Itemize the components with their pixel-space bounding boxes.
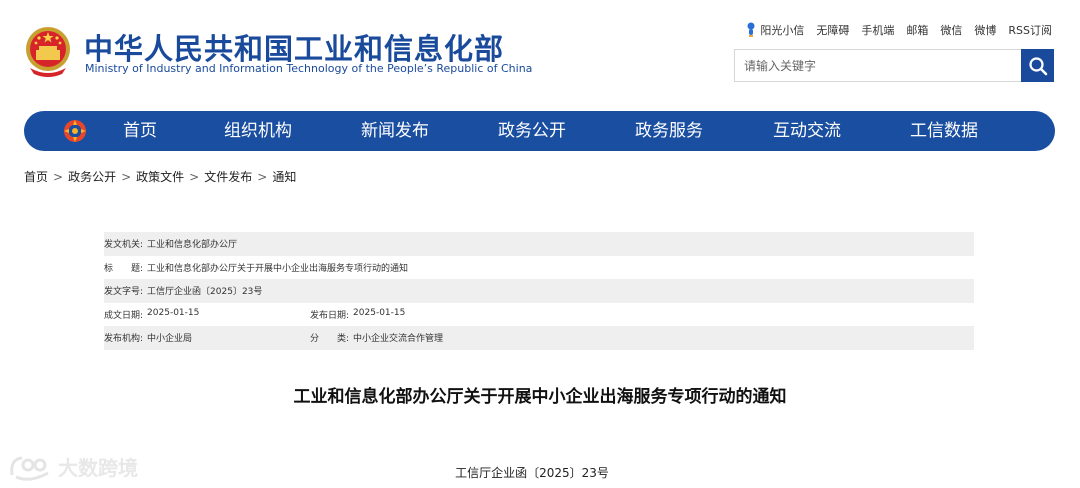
document-info-table: 发文机关: 工业和信息化部办公厅 标 题: 工业和信息化部办公厅关于开展中小企业出海…	[104, 232, 974, 350]
breadcrumb-separator: >	[189, 170, 200, 184]
breadcrumb-gov-affairs[interactable]: 政务公开	[68, 170, 116, 184]
nav-interaction[interactable]: 互动交流	[773, 111, 841, 151]
breadcrumb-notice[interactable]: 通知	[272, 170, 296, 184]
breadcrumb-separator: >	[121, 170, 132, 184]
watermark-logo-icon	[10, 456, 49, 481]
nav-data[interactable]: 工信数据	[910, 111, 978, 151]
nav-home[interactable]: 首页	[123, 111, 157, 151]
breadcrumb-home[interactable]: 首页	[24, 170, 48, 184]
top-link-mobile[interactable]: 手机端	[861, 22, 894, 38]
top-link-mail[interactable]: 邮箱	[906, 22, 928, 38]
breadcrumb-separator: >	[53, 170, 64, 184]
breadcrumb-file-release[interactable]: 文件发布	[204, 170, 252, 184]
search-button[interactable]	[1021, 49, 1054, 82]
published-label: 发布日期:	[310, 310, 350, 321]
agency-value: 中小企业局	[147, 334, 193, 345]
watermark: 大数跨境	[8, 452, 138, 481]
nav-news[interactable]: 新闻发布	[361, 111, 429, 151]
top-link-sun[interactable]: 阳光小信	[746, 22, 804, 38]
search-icon	[1028, 56, 1047, 75]
search-input[interactable]	[735, 50, 1021, 81]
issuer-value: 工业和信息化部办公厅	[147, 240, 238, 251]
agency-label: 发布机构:	[104, 334, 144, 345]
nav-gov-affairs[interactable]: 政务公开	[498, 111, 566, 151]
mascot-icon	[747, 22, 755, 37]
info-row-dates: 成文日期: 2025-01-15 发布日期: 2025-01-15	[104, 303, 974, 327]
info-row-title: 标 题: 工业和信息化部办公厅关于开展中小企业出海服务专项行动的通知	[104, 256, 974, 280]
breadcrumb: 首页 > 政务公开 > 政策文件 > 文件发布 > 通知	[24, 168, 296, 185]
category-value: 中小企业交流合作管理	[353, 334, 444, 345]
info-row-issuer: 发文机关: 工业和信息化部办公厅	[104, 232, 974, 256]
miit-logo-icon[interactable]	[62, 118, 88, 144]
nav-organization[interactable]: 组织机构	[224, 111, 292, 151]
document-title: 工业和信息化部办公厅关于开展中小企业出海服务专项行动的通知	[293, 387, 787, 407]
docno-value: 工信厅企业函〔2025〕23号	[147, 287, 263, 298]
top-link-weibo[interactable]: 微博	[974, 22, 996, 38]
nav-gov-services[interactable]: 政务服务	[635, 111, 703, 151]
main-nav: 首页 组织机构 新闻发布 政务公开 政务服务 互动交流 工信数据	[24, 111, 1055, 151]
title-value: 工业和信息化部办公厅关于开展中小企业出海服务专项行动的通知	[147, 263, 409, 274]
search-box	[734, 49, 1054, 82]
info-row-docno: 发文字号: 工信厅企业函〔2025〕23号	[104, 279, 974, 303]
created-value: 2025-01-15	[147, 307, 200, 318]
site-subtitle: Ministry of Industry and Information Tec…	[85, 62, 533, 75]
document-number: 工信厅企业函〔2025〕23号	[455, 466, 609, 480]
title-label: 标 题:	[104, 263, 144, 274]
national-emblem-icon[interactable]	[22, 24, 74, 78]
top-link-label: 阳光小信	[760, 24, 805, 37]
top-link-rss[interactable]: RSS订阅	[1008, 22, 1052, 38]
created-label: 成文日期:	[104, 310, 144, 321]
top-link-wechat[interactable]: 微信	[940, 22, 962, 38]
top-links: 阳光小信 无障碍 手机端 邮箱 微信 微博 RSS订阅	[746, 22, 1052, 38]
docno-label: 发文字号:	[104, 287, 144, 298]
info-row-agency: 发布机构: 中小企业局 分 类: 中小企业交流合作管理	[104, 326, 974, 350]
issuer-label: 发文机关:	[104, 240, 144, 251]
category-label: 分 类:	[310, 334, 350, 345]
breadcrumb-separator: >	[257, 170, 268, 184]
breadcrumb-policy-files[interactable]: 政策文件	[136, 170, 184, 184]
published-value: 2025-01-15	[353, 307, 406, 318]
watermark-text: 大数跨境	[58, 456, 138, 480]
top-link-accessibility[interactable]: 无障碍	[816, 22, 849, 38]
